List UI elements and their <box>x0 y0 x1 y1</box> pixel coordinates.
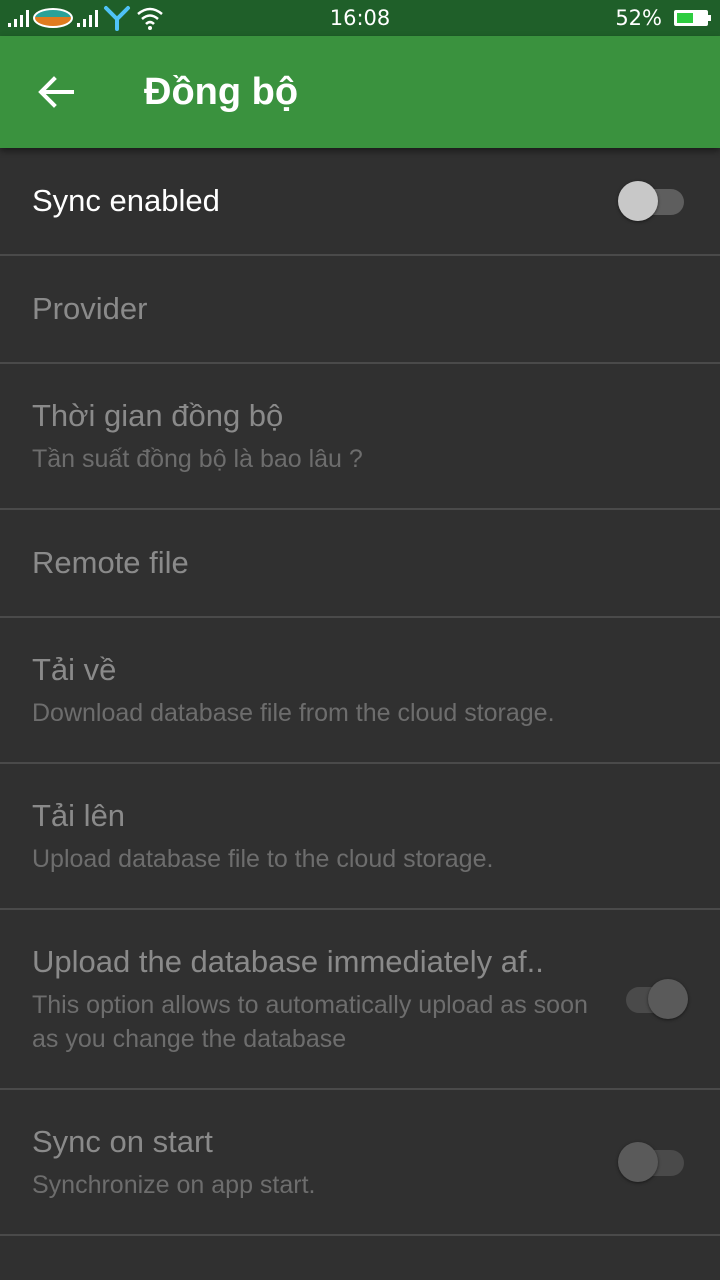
setting-sync-on-start[interactable]: Sync on start Synchronize on app start. <box>0 1090 720 1236</box>
setting-summary: Tần suất đồng bộ là bao lâu ? <box>32 445 363 473</box>
setting-title: Sync enabled <box>32 183 220 218</box>
setting-title: Thời gian đồng bộ <box>32 398 284 433</box>
setting-text: Upload the database immediately af.. This… <box>32 942 594 1056</box>
setting-provider[interactable]: Provider <box>0 256 720 364</box>
setting-title: Tải về <box>32 652 117 687</box>
setting-sync-enabled[interactable]: Sync enabled <box>0 148 720 256</box>
setting-title: Upload the database immediately af.. <box>32 944 544 979</box>
setting-summary: Download database file from the cloud st… <box>32 699 555 727</box>
switch-thumb <box>648 979 688 1019</box>
setting-upload[interactable]: Tải lên Upload database file to the cloud… <box>0 764 720 910</box>
arrow-left-icon <box>38 76 74 108</box>
wifi-icon <box>137 7 163 30</box>
back-button[interactable] <box>0 36 112 148</box>
setting-switch[interactable] <box>618 181 688 221</box>
setting-text: Sync enabled <box>32 181 594 221</box>
carrier-logo-icon <box>33 8 73 28</box>
setting-summary: Upload database file to the cloud storag… <box>32 845 494 873</box>
status-icons-right: 52% <box>615 6 711 30</box>
setting-title: Sync on start <box>32 1124 213 1159</box>
setting-upload-immediately[interactable]: Upload the database immediately af.. This… <box>0 910 720 1090</box>
setting-text: Remote file <box>32 543 688 583</box>
settings-list: Sync enabled Provider Thời gian đồng bộ Tần… <box>0 148 720 1236</box>
app-bar: Đồng bộ <box>0 36 720 148</box>
switch-thumb <box>618 1142 658 1182</box>
setting-remote-file[interactable]: Remote file <box>0 510 720 618</box>
clock: 16:08 <box>329 6 391 30</box>
setting-text: Sync on start Synchronize on app start. <box>32 1122 594 1202</box>
setting-text: Thời gian đồng bộ Tần suất đồng bộ là bao… <box>32 396 688 476</box>
status-icons-left <box>0 5 164 31</box>
setting-title: Remote file <box>32 545 189 580</box>
signal-icon-2 <box>77 9 98 27</box>
switch-thumb <box>618 181 658 221</box>
setting-text: Provider <box>32 289 688 329</box>
battery-percent: 52% <box>615 6 662 30</box>
page-title: Đồng bộ <box>144 70 299 113</box>
setting-text: Tải lên Upload database file to the cloud… <box>32 796 688 876</box>
setting-sync-interval[interactable]: Thời gian đồng bộ Tần suất đồng bộ là bao… <box>0 364 720 510</box>
setting-text: Tải về Download database file from the cl… <box>32 650 688 730</box>
setting-summary: Synchronize on app start. <box>32 1171 316 1199</box>
battery-icon <box>674 10 711 26</box>
setting-title: Tải lên <box>32 798 126 833</box>
setting-switch[interactable] <box>618 1142 688 1182</box>
status-bar: 16:08 52% <box>0 0 720 36</box>
setting-summary: This option allows to automatically uplo… <box>32 991 588 1053</box>
setting-download[interactable]: Tải về Download database file from the cl… <box>0 618 720 764</box>
signal-icon <box>8 9 29 27</box>
setting-title: Provider <box>32 291 148 326</box>
setting-switch[interactable] <box>618 979 688 1019</box>
network-share-icon <box>104 6 130 31</box>
